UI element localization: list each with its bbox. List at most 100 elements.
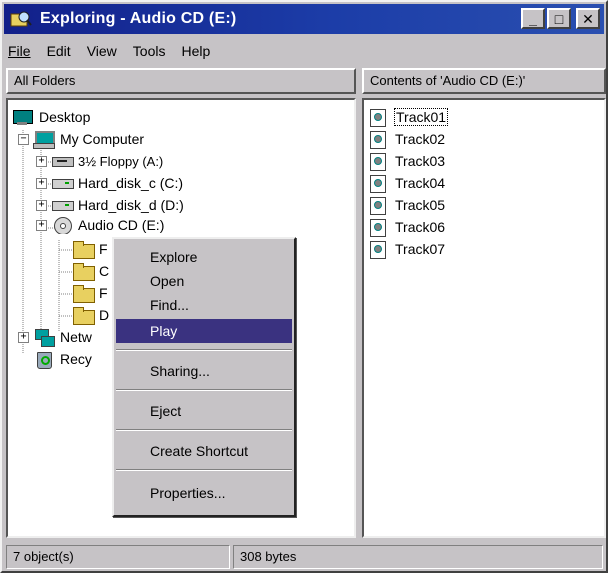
list-item-label: Track05 (395, 197, 446, 213)
context-menu: Explore Open Find... Play Sharing... Eje… (112, 237, 296, 517)
tree-item-folder-2[interactable]: C (72, 260, 109, 282)
tree-label: Hard_disk_d (D:) (78, 197, 184, 213)
all-folders-header: All Folders (6, 68, 356, 94)
tree-item-folder-4[interactable]: D (72, 304, 109, 326)
tree-label: Audio CD (E:) (78, 217, 165, 233)
contents-header: Contents of 'Audio CD (E:)' (362, 68, 606, 94)
list-item[interactable]: Track04 (368, 172, 445, 194)
tree-item-desktop[interactable]: Desktop (12, 106, 90, 128)
tree-item-hard-disk-c[interactable]: + Hard_disk_c (C:) (36, 172, 183, 194)
menu-separator (116, 389, 292, 391)
folder-icon (72, 306, 95, 325)
menu-help-label: Help (181, 43, 211, 59)
list-item-label: Track04 (395, 175, 446, 191)
tree-label: Hard_disk_c (C:) (78, 175, 184, 191)
tree-item-my-computer[interactable]: − My Computer (18, 128, 144, 150)
window-controls: _ □ ✕ (521, 8, 600, 29)
menu-separator (116, 469, 292, 471)
tree-item-recycle-bin[interactable]: Recy (33, 348, 92, 370)
menu-tools[interactable]: Tools (125, 43, 174, 59)
hard-disk-icon (51, 174, 74, 192)
menu-item-label: Create Shortcut (150, 443, 249, 459)
list-item[interactable]: Track07 (368, 238, 445, 260)
menu-separator (116, 429, 292, 431)
menu-item-label: Find... (150, 297, 189, 313)
expand-icon[interactable]: + (36, 177, 47, 189)
tree-item-floppy[interactable]: + 3½ Floppy (A:) (36, 150, 163, 172)
status-objects-text: 7 object(s) (13, 549, 74, 564)
tree-label: Desktop (39, 109, 91, 125)
tree-label: F (99, 285, 108, 301)
tree-item-folder-1[interactable]: F (72, 238, 108, 260)
status-bar: 7 object(s) 308 bytes (6, 545, 606, 569)
collapse-icon[interactable]: − (18, 133, 29, 145)
contents-list[interactable]: Track01 Track02 Track03 Track04 Track05 … (362, 98, 606, 538)
menu-file[interactable]: File (6, 43, 39, 59)
menu-item-create-shortcut[interactable]: Create Shortcut (116, 439, 292, 463)
cd-audio-track-icon (368, 108, 390, 127)
menu-tools-label: Tools (132, 43, 166, 59)
cd-drive-icon (51, 216, 73, 234)
tree-item-audio-cd[interactable]: + Audio CD (E:) (36, 216, 164, 234)
maximize-button[interactable]: □ (547, 8, 571, 29)
tree-item-network[interactable]: + Netw (18, 326, 92, 348)
close-button[interactable]: ✕ (576, 8, 600, 29)
menu-file-label: File (8, 43, 31, 59)
computer-icon (33, 130, 55, 149)
folder-icon (72, 262, 95, 281)
window-title: Exploring - Audio CD (E:) (40, 10, 237, 27)
folder-icon (72, 284, 95, 303)
tree-label: C (99, 263, 110, 279)
list-item[interactable]: Track01 (368, 106, 449, 128)
expand-icon[interactable]: + (36, 155, 47, 167)
status-size-text: 308 bytes (240, 549, 297, 564)
menu-edit[interactable]: Edit (39, 43, 79, 59)
desktop-icon (12, 108, 34, 126)
menu-item-label: Properties... (150, 485, 226, 501)
tree-label: My Computer (60, 131, 145, 147)
menu-separator (116, 349, 292, 351)
tree-item-folder-3[interactable]: F (72, 282, 108, 304)
tree-label: D (99, 307, 110, 323)
menu-view-label: View (86, 43, 117, 59)
menu-item-open[interactable]: Open (116, 269, 292, 293)
tree-item-hard-disk-d[interactable]: + Hard_disk_d (D:) (36, 194, 184, 216)
expand-icon[interactable]: + (36, 219, 47, 231)
network-icon (33, 328, 55, 347)
list-item-label: Track06 (395, 219, 446, 235)
title-bar[interactable]: Exploring - Audio CD (E:) _ □ ✕ (4, 4, 604, 34)
menu-item-label: Play (150, 323, 178, 339)
menu-help[interactable]: Help (173, 43, 218, 59)
menu-item-label: Eject (150, 403, 182, 419)
list-item[interactable]: Track05 (368, 194, 445, 216)
menu-item-eject[interactable]: Eject (116, 399, 292, 423)
cd-audio-track-icon (368, 152, 390, 171)
menu-item-play[interactable]: Play (116, 319, 292, 343)
list-item-label: Track02 (395, 131, 446, 147)
cd-audio-track-icon (368, 218, 390, 237)
menu-item-sharing[interactable]: Sharing... (116, 359, 292, 383)
list-item-label: Track03 (395, 153, 446, 169)
contents-label: Contents of 'Audio CD (E:)' (370, 73, 526, 88)
menu-item-label: Open (150, 273, 185, 289)
menu-item-properties[interactable]: Properties... (116, 481, 292, 505)
list-item[interactable]: Track02 (368, 128, 445, 150)
floppy-drive-icon (51, 152, 74, 170)
cd-audio-track-icon (368, 196, 390, 215)
expand-icon[interactable]: + (36, 199, 47, 211)
minimize-button[interactable]: _ (521, 8, 545, 29)
explorer-app-icon (10, 9, 32, 29)
cd-audio-track-icon (368, 240, 390, 259)
expand-icon[interactable]: + (18, 331, 29, 343)
close-icon: ✕ (582, 10, 594, 27)
cd-audio-track-icon (368, 130, 390, 149)
menu-view[interactable]: View (79, 43, 125, 59)
list-item[interactable]: Track06 (368, 216, 445, 238)
minimize-icon: _ (529, 10, 537, 27)
recycle-bin-icon (33, 350, 55, 369)
menu-item-explore[interactable]: Explore (116, 245, 292, 269)
maximize-icon: □ (554, 10, 564, 27)
list-item[interactable]: Track03 (368, 150, 445, 172)
menu-item-find[interactable]: Find... (116, 293, 292, 317)
menu-item-label: Explore (150, 249, 198, 265)
